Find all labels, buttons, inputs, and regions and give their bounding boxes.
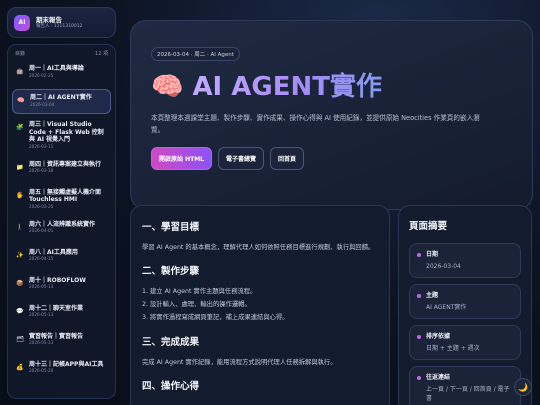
- toc-item-title: 周六｜人流辨識系統實作: [29, 220, 96, 228]
- summary-card-value: 日期 + 主題 + 週次: [426, 345, 480, 352]
- toc-item-icon: 🧠: [17, 97, 25, 104]
- toc-item-date: 2026-05-13: [29, 312, 54, 317]
- toc-item-title: 周八｜AI工具應用: [29, 248, 78, 256]
- hero-description: 本頁整理本週課堂主題、製作步驟、實作成果、操作心得與 AI 使用紀錄，並提供原始…: [151, 114, 480, 134]
- bullet-dot-icon: [417, 294, 421, 298]
- toc-item-title: 周四｜資訊專案建立與執行: [29, 160, 102, 168]
- section-goals-text: 學習 AI Agent 的基本概念，理解代理人如何依照任務目標進行規劃、執行與回…: [142, 244, 375, 251]
- bullet-dot-icon: [417, 253, 421, 257]
- brain-icon: 🧠: [151, 72, 184, 102]
- toc-item[interactable]: 🚶 周六｜人流辨識系統實作 2026-04-01: [12, 217, 111, 242]
- toc-item-date: 2026-05-20: [29, 368, 54, 373]
- profile-card[interactable]: AI 期末報告 報告人 · 1111310012: [7, 7, 116, 38]
- summary-card-label: 往返連結: [426, 374, 451, 381]
- toc-label: 目錄: [15, 51, 26, 57]
- ebook-overview-button[interactable]: 電子書總覽: [218, 147, 265, 170]
- summary-card-value: 2026-03-04: [426, 263, 461, 270]
- toc-item[interactable]: 🤖 周一｜AI工具與導論 2026-02-25: [12, 61, 111, 86]
- profile-subtitle: 報告人 · 1111310012: [36, 23, 83, 29]
- toc-item-date: 2026-04-15: [29, 256, 54, 261]
- toc-item-icon: 🚶: [16, 223, 24, 231]
- bullet-dot-icon: [417, 376, 421, 380]
- toc-item-title: 周十｜ROBOFLOW: [29, 276, 86, 284]
- steps-list: 1. 建立 AI Agent 實作主題與任務流程。 2. 設計輸入、處理、輸出的…: [142, 286, 378, 324]
- toc-item-icon: 🧩: [16, 124, 24, 131]
- toc-count: 12 項: [95, 51, 108, 57]
- step-item: 2. 設計輸入、處理、輸出的操作邏輯。: [142, 300, 251, 308]
- toc-item[interactable]: 🧠 周二｜AI AGENT實作 2026-03-04: [12, 89, 111, 114]
- page-summary: 頁面摘要 日期 2026-03-04 主題 AI AGENT實作 排序依據日期 + 主題…: [398, 205, 532, 405]
- toc-item-date: 2026-03-04: [30, 101, 55, 107]
- section-results-title: 三、完成成果: [142, 337, 200, 349]
- bullet-dot-icon: [417, 335, 421, 339]
- toc-item-title: 周十三｜記帳APP與AI工具: [29, 360, 104, 368]
- toc-item[interactable]: ✨ 周八｜AI工具應用 2026-04-15: [12, 245, 111, 270]
- summary-card-label: 日期: [426, 251, 439, 258]
- step-item: 1. 建立 AI Agent 實作主題與任務流程。: [142, 288, 257, 295]
- toc-item-icon: 🤖: [16, 68, 24, 75]
- step-item: 3. 將實作過程寫成網頁筆記，補上成果連結與心得。: [142, 313, 289, 321]
- section-goals-title: 一、學習目標: [142, 222, 200, 233]
- summary-card-label: 主題: [426, 292, 439, 299]
- section-steps-title: 二、製作步驟: [142, 266, 200, 277]
- theme-toggle-button[interactable]: 🌙: [514, 378, 532, 396]
- toc-header: 目錄 12 項: [12, 50, 111, 61]
- toc-item-date: 2026-05-13: [29, 284, 54, 289]
- toc-item-date: 2026-02-25: [29, 72, 54, 78]
- toc-item-title: 周一｜AI工具與導論: [29, 65, 84, 72]
- toc-item-title: 周五｜無接觸虛擬人機介面 Touchless HMI: [29, 188, 102, 204]
- hero-card: 2026-03-04 · 周二 · AI Agent 🧠 AI AGENT實作 …: [130, 20, 533, 210]
- profile-title: 期末報告: [36, 15, 62, 24]
- toc-item[interactable]: 💬 周十二｜聊天室作業 2026-05-13: [12, 301, 111, 326]
- toc-item[interactable]: 🖐 周五｜無接觸虛擬人機介面 Touchless HMI 2026-03-25: [12, 185, 111, 214]
- toc-item-title: 周十二｜聊天室作業: [29, 304, 84, 312]
- toc-item-icon: 🗂: [16, 335, 24, 343]
- toc-item-icon: 🖐: [16, 191, 24, 199]
- toc-list: 🤖 周一｜AI工具與導論 2026-02-25 🧠 周二｜AI AGENT實作 2026-…: [12, 61, 111, 382]
- article-content: 一、學習目標 學習 AI Agent 的基本概念，理解代理人如何依照任務目標進行…: [130, 205, 390, 405]
- open-original-html-button[interactable]: 開啟原始 HTML: [151, 147, 212, 170]
- toc-item-icon: ✨: [16, 251, 24, 259]
- toc-item-date: 2026-03-11: [29, 143, 54, 149]
- section-reflection-title: 四、操作心得: [142, 381, 200, 393]
- toc-item-date: 2026-03-25: [29, 203, 54, 209]
- toc-item-title: 實習報告｜實習報告: [29, 332, 84, 340]
- summary-card-value: 上一頁 / 下一頁 / 回首頁 / 電子書: [426, 386, 510, 402]
- section-results-text: 完成 AI Agent 實作紀錄，能用流程方式說明代理人任務拆解與執行。: [142, 359, 337, 367]
- summary-card: 往返連結上一頁 / 下一頁 / 回首頁 / 電子書: [409, 366, 521, 405]
- toc-item-icon: 📦: [16, 279, 24, 287]
- summary-card: 主題 AI AGENT實作: [409, 284, 521, 319]
- toc-item[interactable]: 🗂 實習報告｜實習報告 2026-05-13: [12, 329, 111, 354]
- summary-title: 頁面摘要: [409, 221, 448, 232]
- toc-item[interactable]: 📁 周四｜資訊專案建立與執行 2026-03-18: [12, 157, 111, 182]
- toc-item-title: 周三｜Visual Studio Code + Flask Web 控制與 AI…: [29, 121, 104, 143]
- toc-item-icon: 📁: [16, 163, 24, 171]
- summary-card: 日期 2026-03-04: [409, 243, 521, 278]
- toc-item-date: 2026-04-01: [29, 228, 54, 233]
- sidebar: AI 期末報告 報告人 · 1111310012 目錄 12 項 🤖 周一｜AI工…: [7, 7, 116, 405]
- toc-item[interactable]: 💰 周十三｜記帳APP與AI工具 2026-05-20: [12, 357, 111, 382]
- toc-item[interactable]: 🧩 周三｜Visual Studio Code + Flask Web 控制與 A…: [12, 117, 111, 154]
- toc-panel: 目錄 12 項 🤖 周一｜AI工具與導論 2026-02-25 🧠 周二｜AI AGEN…: [7, 44, 116, 399]
- avatar: AI: [14, 14, 30, 31]
- summary-card-value: AI AGENT實作: [426, 304, 467, 311]
- toc-item-icon: 💬: [16, 307, 24, 315]
- toc-item-date: 2026-03-18: [29, 168, 54, 173]
- summary-card: 排序依據日期 + 主題 + 週次: [409, 325, 521, 360]
- home-button[interactable]: 回首頁: [270, 147, 305, 170]
- toc-item-title: 周二｜AI AGENT實作: [30, 94, 92, 101]
- page-title: 🧠 AI AGENT實作: [151, 71, 512, 103]
- summary-list: 日期 2026-03-04 主題 AI AGENT實作 排序依據日期 + 主題 + 週次…: [409, 243, 521, 405]
- hero-actions: 開啟原始 HTML 電子書總覽 回首頁: [151, 147, 512, 170]
- toc-item-date: 2026-05-13: [29, 340, 54, 345]
- date-pill: 2026-03-04 · 周二 · AI Agent: [151, 47, 240, 61]
- summary-card-label: 排序依據: [426, 333, 451, 340]
- toc-item-icon: 💰: [16, 363, 24, 371]
- toc-item[interactable]: 📦 周十｜ROBOFLOW 2026-05-13: [12, 273, 111, 298]
- page-title-text: AI AGENT實作: [192, 72, 383, 102]
